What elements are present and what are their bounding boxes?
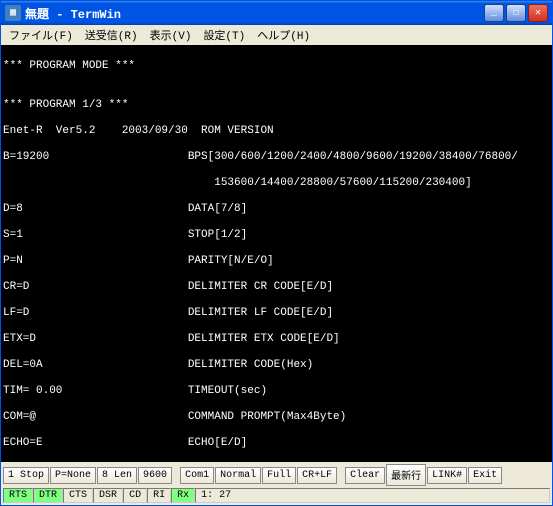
- term-line: P=N PARITY[N/E/O]: [1, 255, 552, 268]
- term-line: ECHO=E ECHO[E/D]: [1, 437, 552, 450]
- status-pos: 1: 27: [195, 488, 550, 503]
- bottombar: 1 Stop P=None 8 Len 9600 Com1 Normal Ful…: [1, 462, 552, 505]
- app-window: ▦ 無題 - TermWin _ ☐ ✕ ファイル(F) 送受信(R) 表示(V…: [0, 0, 553, 506]
- menu-help[interactable]: ヘルプ(H): [251, 25, 316, 45]
- status-rts[interactable]: RTS: [3, 488, 33, 503]
- term-line: ETX=D DELIMITER ETX CODE[E/D]: [1, 333, 552, 346]
- clear-button[interactable]: Clear: [345, 467, 385, 484]
- term-line: S=1 STOP[1/2]: [1, 229, 552, 242]
- term-line: *** PROGRAM MODE ***: [1, 60, 552, 73]
- button-row: 1 Stop P=None 8 Len 9600 Com1 Normal Ful…: [3, 464, 550, 486]
- term-line: CR=D DELIMITER CR CODE[E/D]: [1, 281, 552, 294]
- len-button[interactable]: 8 Len: [97, 467, 137, 484]
- status-cts: CTS: [63, 488, 93, 503]
- full-button[interactable]: Full: [262, 467, 296, 484]
- term-line: COM=@ COMMAND PROMPT(Max4Byte): [1, 411, 552, 424]
- crlf-button[interactable]: CR+LF: [297, 467, 337, 484]
- term-line: DEL=0A DELIMITER CODE(Hex): [1, 359, 552, 372]
- status-rx: Rx: [171, 488, 195, 503]
- latest-button[interactable]: 最新行: [386, 464, 426, 486]
- status-dtr[interactable]: DTR: [33, 488, 63, 503]
- stop-button[interactable]: 1 Stop: [3, 467, 49, 484]
- minimize-button[interactable]: _: [484, 4, 504, 22]
- terminal[interactable]: *** PROGRAM MODE *** *** PROGRAM 1/3 ***…: [1, 45, 552, 462]
- exit-button[interactable]: Exit: [468, 467, 502, 484]
- term-line: D=8 DATA[7/8]: [1, 203, 552, 216]
- term-line: 153600/14400/28800/57600/115200/230400]: [1, 177, 552, 190]
- app-icon: ▦: [5, 5, 21, 21]
- baud-button[interactable]: 9600: [138, 467, 172, 484]
- com-button[interactable]: Com1: [180, 467, 214, 484]
- term-line: TIM= 0.00 TIMEOUT(sec): [1, 385, 552, 398]
- menu-recv[interactable]: 送受信(R): [79, 25, 144, 45]
- maximize-button[interactable]: ☐: [506, 4, 526, 22]
- term-line: Enet-R Ver5.2 2003/09/30 ROM VERSION: [1, 125, 552, 138]
- term-line: B=19200 BPS[300/600/1200/2400/4800/9600/…: [1, 151, 552, 164]
- parity-button[interactable]: P=None: [50, 467, 96, 484]
- status-dsr: DSR: [93, 488, 123, 503]
- window-title: 無題 - TermWin: [25, 5, 484, 22]
- term-line: *** PROGRAM 1/3 ***: [1, 99, 552, 112]
- status-row: RTS DTR CTS DSR CD RI Rx 1: 27: [3, 488, 550, 503]
- close-button[interactable]: ✕: [528, 4, 548, 22]
- window-buttons: _ ☐ ✕: [484, 4, 548, 22]
- status-ri: RI: [147, 488, 171, 503]
- menubar: ファイル(F) 送受信(R) 表示(V) 設定(T) ヘルプ(H): [1, 25, 552, 45]
- link-button[interactable]: LINK#: [427, 467, 467, 484]
- titlebar[interactable]: ▦ 無題 - TermWin _ ☐ ✕: [1, 1, 552, 25]
- menu-file[interactable]: ファイル(F): [3, 25, 79, 45]
- term-line: LF=D DELIMITER LF CODE[E/D]: [1, 307, 552, 320]
- status-cd: CD: [123, 488, 147, 503]
- menu-view[interactable]: 表示(V): [144, 25, 198, 45]
- menu-settings[interactable]: 設定(T): [197, 25, 251, 45]
- normal-button[interactable]: Normal: [215, 467, 261, 484]
